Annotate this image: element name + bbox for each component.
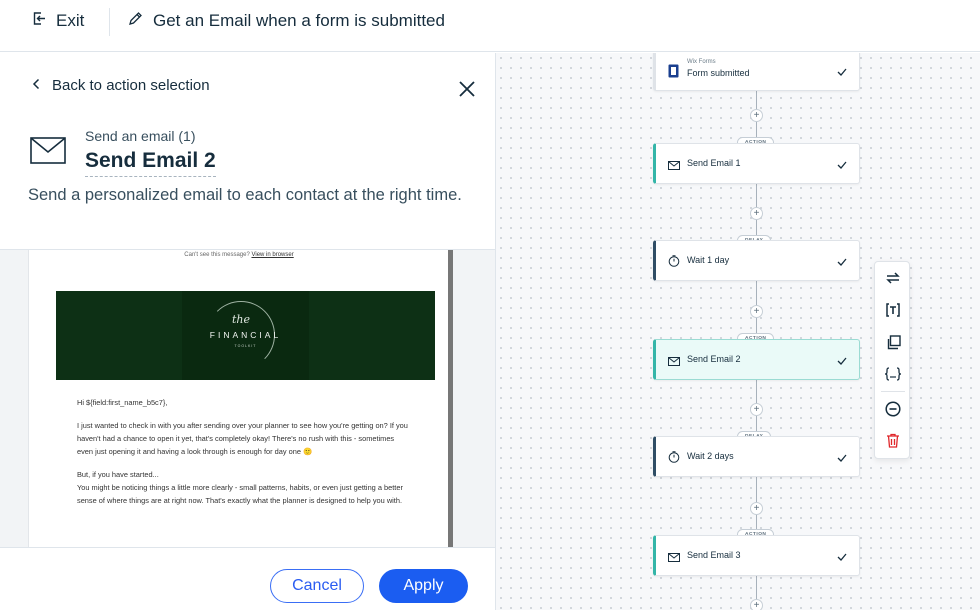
- email-preview[interactable]: Can't see this message? View in browser …: [0, 249, 495, 547]
- add-step-button[interactable]: +: [750, 305, 763, 318]
- delete-icon[interactable]: [883, 430, 903, 450]
- flow-title-text: Get an Email when a form is submitted: [153, 11, 445, 30]
- node-wait-1-day[interactable]: Wait 1 day: [653, 240, 860, 281]
- cant-see-text: Can't see this message?: [184, 252, 250, 258]
- email-preview-page: Can't see this message? View in browser …: [28, 250, 453, 547]
- node-label: Wait 2 days: [687, 451, 734, 461]
- apply-button[interactable]: Apply: [379, 569, 468, 603]
- node-label: Send Email 2: [687, 354, 741, 364]
- exit-label: Exit: [56, 11, 85, 30]
- envelope-icon: [668, 549, 680, 567]
- action-name[interactable]: Send Email 2: [85, 149, 216, 177]
- pencil-icon: [128, 11, 143, 31]
- swap-icon[interactable]: [883, 268, 903, 288]
- trigger-app: Wix Forms: [687, 59, 716, 65]
- top-bar: Exit Get an Email when a form is submitt…: [0, 0, 980, 52]
- node-send-email-1[interactable]: Send Email 1: [653, 143, 860, 184]
- action-type-label: Send an email (1): [85, 128, 196, 144]
- node-send-email-2[interactable]: Send Email 2: [653, 339, 860, 380]
- logo-script-text: the: [232, 313, 251, 326]
- check-icon: [837, 156, 847, 174]
- add-step-button[interactable]: +: [750, 109, 763, 122]
- back-label: Back to action selection: [52, 77, 210, 94]
- remove-circle-icon[interactable]: [883, 399, 903, 419]
- add-step-button[interactable]: +: [750, 599, 763, 610]
- email-paragraph: You might be noticing things a little mo…: [77, 483, 403, 505]
- node-send-email-3[interactable]: Send Email 3: [653, 535, 860, 576]
- check-icon: [837, 352, 847, 370]
- node-label: Send Email 3: [687, 550, 741, 560]
- action-description: Send a personalized email to each contac…: [28, 186, 462, 204]
- logo-title: FINANCIAL: [209, 330, 282, 340]
- panel-footer: Cancel Apply: [0, 547, 495, 611]
- duplicate-icon[interactable]: [883, 332, 903, 352]
- node-label: Send Email 1: [687, 158, 741, 168]
- email-paragraph: I just wanted to check in with you after…: [77, 421, 408, 456]
- add-step-button[interactable]: +: [750, 502, 763, 515]
- check-icon: [837, 548, 847, 566]
- logo-subtitle: TOOLKIT: [234, 344, 257, 348]
- check-icon: [837, 449, 847, 467]
- node-wait-2-days[interactable]: Wait 2 days: [653, 436, 860, 477]
- back-to-action-selection-link[interactable]: Back to action selection: [32, 77, 210, 94]
- chevron-left-icon: [32, 77, 40, 94]
- variable-braces-icon[interactable]: [883, 364, 903, 384]
- exit-icon: [32, 11, 47, 31]
- timer-icon: [668, 254, 680, 272]
- automation-canvas[interactable]: Wix Forms Form submitted + ACTION Send E…: [496, 53, 980, 610]
- timer-icon: [668, 450, 680, 468]
- action-settings-panel: Back to action selection Send an email (…: [0, 53, 496, 611]
- email-paragraph: But, if you have started...: [77, 470, 159, 479]
- form-icon: [668, 64, 679, 83]
- close-icon[interactable]: [458, 80, 476, 98]
- node-label: Wait 1 day: [687, 255, 730, 265]
- email-banner: the FINANCIAL TOOLKIT: [56, 291, 435, 380]
- exit-button[interactable]: Exit: [32, 11, 84, 31]
- email-greeting: Hi ${field:first_name_b5c7},: [77, 398, 168, 407]
- check-icon: [837, 63, 847, 81]
- trigger-label: Form submitted: [687, 68, 750, 78]
- toolbar-divider: [881, 391, 905, 392]
- flow-title[interactable]: Get an Email when a form is submitted: [128, 11, 445, 31]
- banner-logo: the FINANCIAL TOOLKIT: [182, 291, 309, 380]
- check-icon: [837, 253, 847, 271]
- add-step-button[interactable]: +: [750, 403, 763, 416]
- email-body: Hi ${field:first_name_b5c7}, I just want…: [77, 396, 412, 507]
- node-toolbar: [874, 261, 910, 459]
- trigger-node[interactable]: Wix Forms Form submitted: [653, 53, 860, 91]
- text-bracket-icon[interactable]: [883, 300, 903, 320]
- envelope-icon: [668, 353, 680, 371]
- envelope-icon: [30, 137, 66, 169]
- cancel-button[interactable]: Cancel: [270, 569, 364, 603]
- add-step-button[interactable]: +: [750, 207, 763, 220]
- envelope-icon: [668, 157, 680, 175]
- divider: [109, 8, 110, 36]
- view-in-browser-link[interactable]: View in browser: [251, 252, 293, 258]
- email-browser-notice: Can't see this message? View in browser: [29, 250, 449, 258]
